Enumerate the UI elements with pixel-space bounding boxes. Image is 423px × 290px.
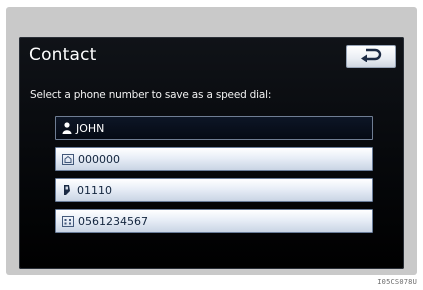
phone-mobile-icon	[62, 184, 73, 196]
person-icon	[62, 122, 72, 134]
phone-number-row[interactable]: 0561234567	[55, 209, 373, 233]
phone-number-row[interactable]: 000000	[55, 147, 373, 171]
phone-number-row[interactable]: 01110	[55, 178, 373, 202]
figure-code: I05CS078U	[377, 278, 417, 286]
contact-name-row: JOHN	[55, 116, 373, 140]
phone-number: 000000	[78, 152, 120, 166]
back-arrow-icon	[360, 47, 382, 66]
contact-number-list: JOHN 000000 01110 0561234567	[55, 116, 373, 240]
back-button[interactable]	[346, 45, 396, 68]
phone-office-icon	[62, 215, 74, 227]
phone-home-icon	[62, 153, 74, 165]
phone-number: 0561234567	[78, 214, 148, 228]
instruction-text: Select a phone number to save as a speed…	[30, 89, 272, 101]
phone-number: 01110	[77, 183, 112, 197]
contact-name: JOHN	[76, 121, 105, 135]
page-title: Contact	[29, 45, 97, 65]
contact-screen: Contact Select a phone number to save as…	[19, 37, 404, 269]
